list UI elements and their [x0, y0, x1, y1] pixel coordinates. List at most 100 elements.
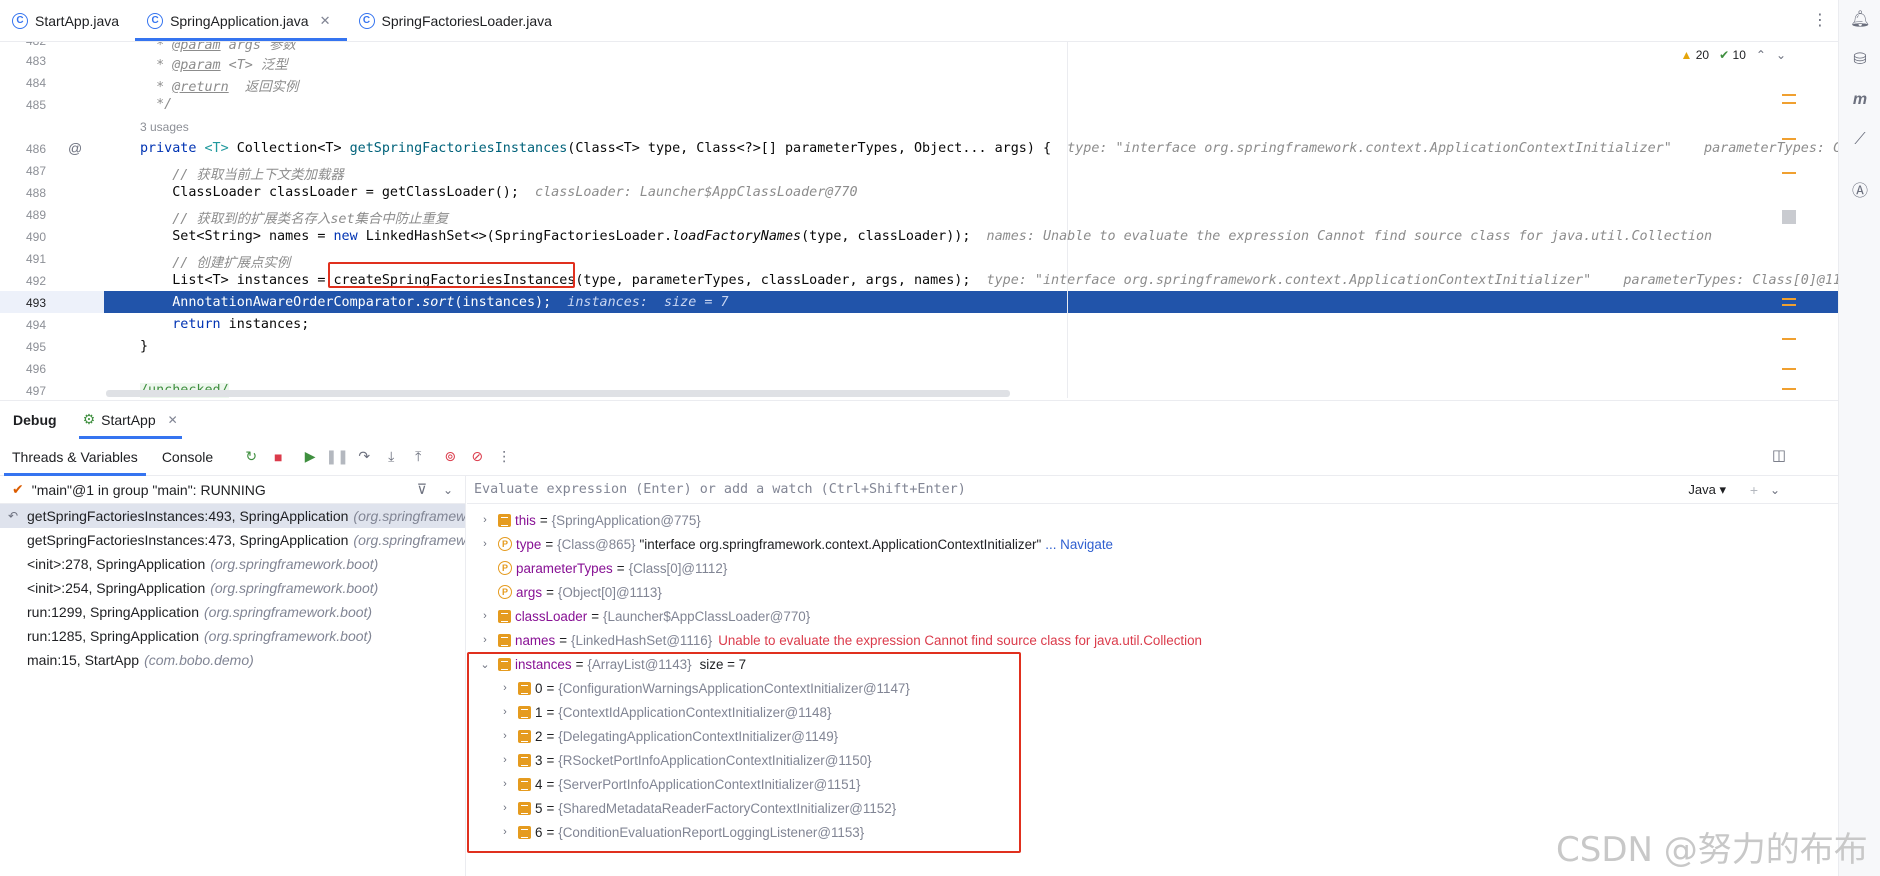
chevron-right-icon[interactable]: ›	[477, 514, 493, 526]
check-count[interactable]: ✔ 10	[1719, 48, 1746, 62]
maven-icon[interactable]: m	[1850, 90, 1870, 110]
error-stripe-mark[interactable]	[1782, 298, 1796, 300]
line-number: 496	[25, 362, 46, 376]
variable-row[interactable]: › this = {SpringApplication@775}	[477, 508, 701, 532]
frame-package: (org.springframework.boot)	[210, 556, 379, 572]
variable-row[interactable]: › names = {LinkedHashSet@1116} Unable to e…	[477, 628, 1202, 652]
layout-settings-icon[interactable]: ◫	[1772, 446, 1786, 464]
line-number: 489	[25, 208, 46, 222]
error-stripe-mark[interactable]	[1782, 102, 1796, 104]
error-stripe-mark[interactable]	[1782, 388, 1796, 390]
debug-title: Debug	[13, 411, 57, 428]
thread-label: "main"@1 in group "main": RUNNING	[31, 481, 266, 498]
variable-ref: {Class[0]@1112}	[628, 560, 728, 576]
frame-package: (org.springframework.boot)	[353, 508, 466, 524]
inspection-widget[interactable]: ▲ 20 ✔ 10 ⌃ ⌄	[1681, 48, 1786, 62]
error-stripe-mark[interactable]	[1782, 172, 1796, 174]
profiler-icon[interactable]: ⟋	[1850, 130, 1870, 150]
parameter-icon: P	[498, 537, 512, 551]
chevron-right-icon[interactable]: ›	[477, 610, 493, 622]
more-options-icon[interactable]: ⋮	[1812, 10, 1828, 30]
chevron-right-icon[interactable]: ›	[477, 634, 493, 646]
view-breakpoints-icon[interactable]: ⊚	[438, 445, 462, 469]
mute-breakpoints-icon[interactable]: ⊘	[465, 445, 489, 469]
rerun-icon[interactable]: ↻	[239, 445, 263, 469]
evaluate-expression-input[interactable]	[474, 482, 1374, 497]
frame-item[interactable]: run:1285, SpringApplication (org.springfr…	[0, 624, 465, 648]
warning-icon: ▲	[1680, 48, 1693, 62]
frame-item[interactable]: getSpringFactoriesInstances:473, SpringA…	[0, 528, 465, 552]
warning-count[interactable]: ▲ 20	[1681, 48, 1710, 62]
run-config-tab[interactable]: ⚙︎ StartApp ✕	[78, 401, 182, 439]
frame-item[interactable]: ↶ getSpringFactoriesInstances:493, Sprin…	[0, 504, 465, 528]
frame-method: run:1299, SpringApplication	[27, 604, 200, 620]
chevron-down-icon[interactable]: ⌄	[1776, 48, 1786, 62]
chevron-down-icon[interactable]: ⌄	[1770, 483, 1780, 497]
notifications-icon[interactable]: 🔔︎	[1850, 10, 1870, 30]
code-line: }	[140, 339, 149, 354]
resume-icon[interactable]: ▶	[298, 445, 322, 469]
tab-springfactoriesloader[interactable]: C SpringFactoriesLoader.java	[347, 0, 568, 41]
frame-item[interactable]: <init>:254, SpringApplication (org.spring…	[0, 576, 465, 600]
error-stripe-mark[interactable]	[1782, 368, 1796, 370]
variable-row[interactable]: P args = {Object[0]@1113}	[493, 580, 662, 604]
close-icon[interactable]: ✕	[168, 413, 178, 427]
scroll-thumb[interactable]	[1782, 210, 1796, 224]
add-watch-icon[interactable]: +	[1750, 482, 1758, 498]
tab-label: SpringFactoriesLoader.java	[381, 12, 552, 29]
step-over-icon[interactable]: ↷	[352, 445, 376, 469]
language-selector[interactable]: Java ▾	[1688, 482, 1726, 498]
chevron-up-icon[interactable]: ⌃	[1756, 48, 1766, 62]
tab-console[interactable]: Console	[150, 438, 225, 476]
chevron-down-icon[interactable]: ⌄	[443, 483, 453, 497]
tab-label: StartApp.java	[35, 12, 120, 29]
more-icon[interactable]: ⋮	[492, 445, 516, 469]
debug-toolbar: Threads & Variables Console ↻ ■ ▶ ❚❚ ↷ ⤓…	[0, 438, 1838, 476]
line-number: 482	[0, 42, 46, 48]
ai-assistant-icon[interactable]: Ⓐ	[1850, 182, 1870, 202]
chevron-right-icon[interactable]: ›	[477, 538, 493, 550]
usages-hint[interactable]: 3 usages	[140, 120, 189, 134]
watermark: CSDN @努力的布布	[1556, 830, 1868, 870]
code-editor[interactable]: 482 483 484 485 486 487 488 489 490 491 …	[0, 42, 1838, 398]
editor-tab-bar: C StartApp.java C SpringApplication.java…	[0, 0, 1838, 42]
variable-ref: {Launcher$AppClassLoader@770}	[603, 608, 811, 624]
horizontal-scrollbar[interactable]	[106, 390, 1010, 397]
error-stripe-mark[interactable]	[1782, 304, 1796, 306]
code-line: */	[156, 97, 173, 112]
thread-selector[interactable]: ✔ "main"@1 in group "main": RUNNING ⊽ ⌄	[0, 476, 465, 504]
error-stripe-mark[interactable]	[1782, 138, 1796, 140]
filter-icon[interactable]: ⊽	[417, 481, 427, 498]
code-line-current: AnnotationAwareOrderComparator.sort(inst…	[172, 295, 729, 310]
tab-threads-variables[interactable]: Threads & Variables	[0, 438, 150, 476]
code-line: * @param args 参数	[140, 42, 296, 53]
line-number: 486	[25, 142, 46, 156]
step-into-icon[interactable]: ⤓	[379, 445, 403, 469]
step-out-icon[interactable]: ⤒	[406, 445, 430, 469]
stop-icon[interactable]: ■	[266, 445, 290, 469]
database-icon[interactable]: ⛁	[1850, 50, 1870, 70]
line-number: 488	[25, 186, 46, 200]
frame-item[interactable]: run:1299, SpringApplication (org.springfr…	[0, 600, 465, 624]
frame-item[interactable]: main:15, StartApp (com.bobo.demo)	[0, 648, 465, 672]
field-icon	[498, 633, 511, 647]
code-line: // 获取到的扩展类名存入set集合中防止重复	[172, 212, 449, 227]
tab-startapp[interactable]: C StartApp.java	[0, 0, 135, 41]
navigate-link[interactable]: ... Navigate	[1045, 537, 1113, 552]
error-stripe-mark[interactable]	[1782, 338, 1796, 340]
tab-springapplication[interactable]: C SpringApplication.java ✕	[135, 0, 347, 41]
run-config-label: StartApp	[101, 411, 156, 428]
line-number: 494	[25, 318, 46, 332]
line-number: 495	[25, 340, 46, 354]
frame-method: run:1285, SpringApplication	[27, 628, 200, 644]
close-icon[interactable]: ✕	[320, 13, 331, 29]
parameter-icon: P	[498, 585, 512, 599]
variable-row[interactable]: P parameterTypes = {Class[0]@1112}	[493, 556, 727, 580]
variable-row[interactable]: › P type = {Class@865} "interface org.sprin…	[477, 532, 1113, 556]
override-at-icon[interactable]: @	[68, 140, 82, 156]
error-stripe-mark[interactable]	[1782, 94, 1796, 96]
frame-item[interactable]: <init>:278, SpringApplication (org.spring…	[0, 552, 465, 576]
line-number: 487	[25, 164, 46, 178]
variable-row[interactable]: › classLoader = {Launcher$AppClassLoader@7…	[477, 604, 810, 628]
pause-icon[interactable]: ❚❚	[325, 445, 349, 469]
